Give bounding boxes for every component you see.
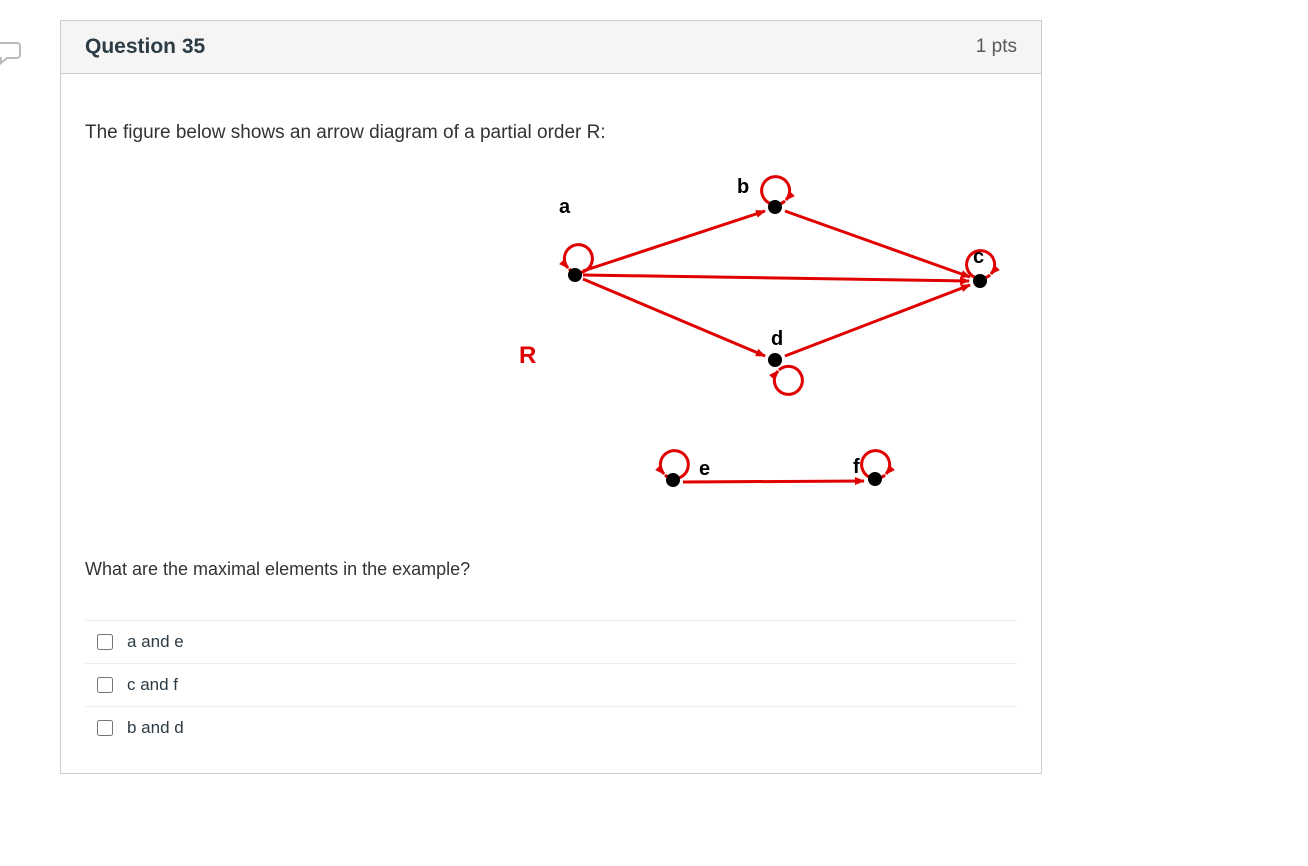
- question-points: 1 pts: [976, 36, 1017, 58]
- answer-checkbox[interactable]: [97, 634, 113, 650]
- answers-list: a and e c and f b and d: [61, 620, 1041, 773]
- answer-checkbox[interactable]: [97, 677, 113, 693]
- node-label-d: d: [771, 328, 783, 350]
- answer-option[interactable]: a and e: [85, 620, 1017, 663]
- answer-label: a and e: [127, 632, 184, 652]
- answer-option[interactable]: b and d: [85, 706, 1017, 749]
- answer-option[interactable]: c and f: [85, 663, 1017, 706]
- question-title: Question 35: [85, 35, 205, 59]
- answer-label: b and d: [127, 718, 184, 738]
- answer-checkbox[interactable]: [97, 720, 113, 736]
- arrow-diagram: a b c d e f R: [85, 155, 1017, 547]
- node-label-e: e: [699, 458, 710, 480]
- node-label-c: c: [973, 246, 984, 268]
- node-label-b: b: [737, 176, 749, 198]
- relation-label: R: [519, 342, 536, 369]
- node-label-a: a: [559, 196, 571, 218]
- prompt-bottom: What are the maximal elements in the exa…: [85, 559, 1017, 580]
- question-body: The figure below shows an arrow diagram …: [61, 74, 1041, 620]
- question-header: Question 35 1 pts: [61, 21, 1041, 74]
- node-label-f: f: [853, 456, 860, 478]
- speech-bubble-icon: [0, 38, 23, 71]
- prompt-top: The figure below shows an arrow diagram …: [85, 120, 1017, 147]
- answer-label: c and f: [127, 675, 178, 695]
- question-card: Question 35 1 pts The figure below shows…: [60, 20, 1042, 774]
